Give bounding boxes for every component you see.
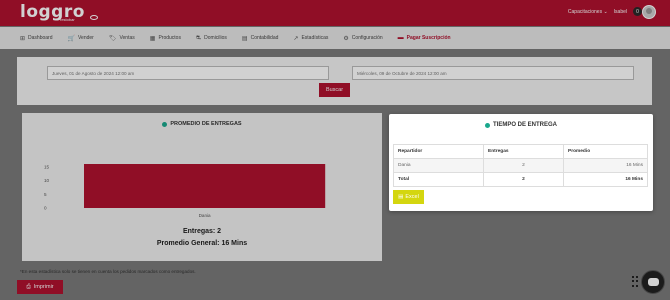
column-header: Repartidor xyxy=(393,144,484,159)
cell-repartidor: Dania xyxy=(393,158,484,173)
delivery-time-modal: TIEMPO DE ENTREGA Repartidor Entregas Pr… xyxy=(389,114,653,211)
modal-title: TIEMPO DE ENTREGA xyxy=(492,122,557,128)
table-row: Dania 2 16 Mins xyxy=(393,158,648,173)
total-promedio: 16 Mins xyxy=(563,172,648,187)
total-row: Total 2 16 Mins xyxy=(393,172,648,187)
total-entregas: 2 xyxy=(483,172,564,187)
excel-label: Excel xyxy=(405,194,419,200)
total-label: Total xyxy=(393,172,484,187)
excel-button[interactable]: ▤ Excel xyxy=(393,190,424,204)
delivery-table: Repartidor Entregas Promedio Dania 2 16 … xyxy=(393,144,648,187)
cell-promedio: 16 Mins xyxy=(563,158,648,173)
column-header: Promedio xyxy=(563,144,648,159)
column-header: Entregas xyxy=(483,144,564,159)
excel-icon: ▤ xyxy=(398,194,404,200)
status-dot-icon xyxy=(484,122,490,128)
cell-entregas: 2 xyxy=(483,158,564,173)
modal-title-wrap: TIEMPO DE ENTREGA xyxy=(389,122,653,128)
